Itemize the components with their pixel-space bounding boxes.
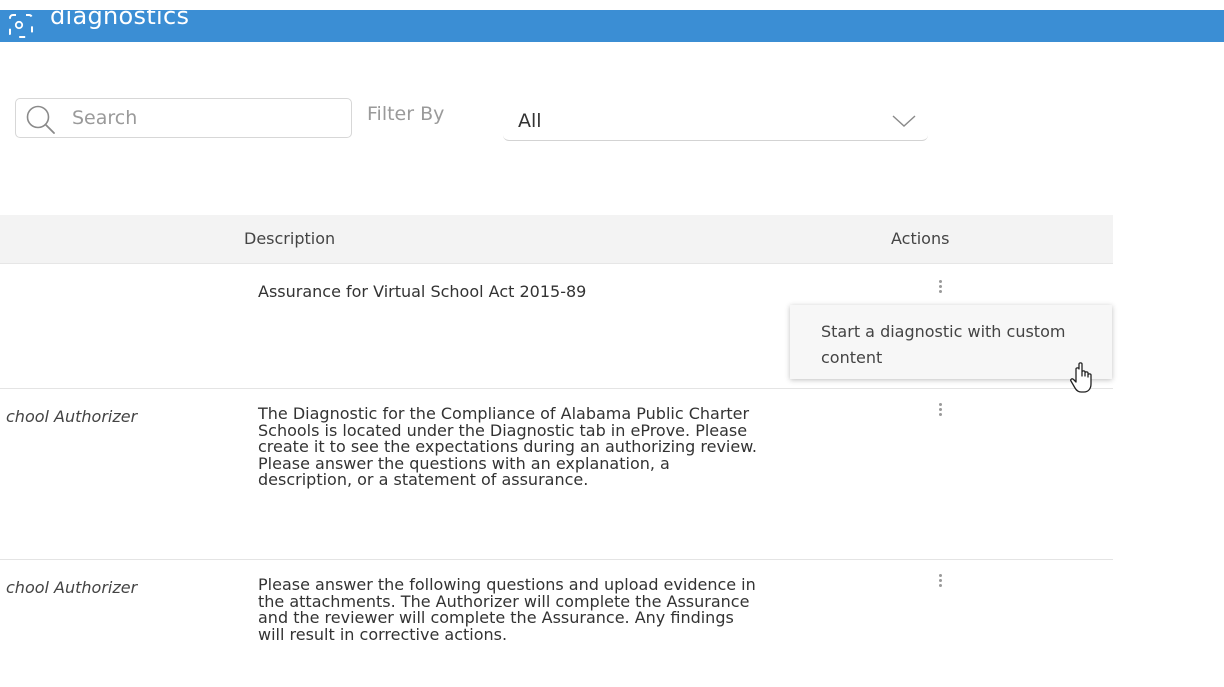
menu-item-start-diagnostic-custom[interactable]: Start a diagnostic with custom content: [821, 319, 1081, 371]
search-box[interactable]: [15, 98, 352, 138]
diagnostics-page: diagnostics Filter By All Description Ac…: [0, 0, 1224, 687]
diagnostics-icon: [9, 14, 33, 38]
row-description: Assurance for Virtual School Act 2015-89: [258, 282, 587, 301]
row-description: Please answer the following questions an…: [258, 575, 756, 644]
page-header: diagnostics: [0, 2, 1224, 42]
filter-selected-value: All: [518, 110, 542, 132]
more-actions-icon[interactable]: [934, 403, 946, 423]
page-title: diagnostics: [50, 2, 190, 30]
table-row: chool Authorizer The Diagnostic for the …: [0, 389, 1113, 560]
search-input[interactable]: [72, 105, 342, 131]
filter-by-label: Filter By: [367, 103, 445, 125]
column-header-actions: Actions: [891, 229, 950, 248]
actions-dropdown-menu: Start a diagnostic with custom content: [790, 305, 1112, 379]
table-row: chool Authorizer Please answer the follo…: [0, 560, 1113, 687]
filter-select[interactable]: All: [503, 104, 928, 141]
table-header: Description Actions: [0, 215, 1113, 264]
chevron-down-icon: [892, 115, 916, 127]
more-actions-icon[interactable]: [934, 280, 946, 300]
search-icon: [26, 105, 55, 134]
row-description: The Diagnostic for the Compliance of Ala…: [258, 404, 757, 489]
row-name: chool Authorizer: [6, 578, 138, 597]
more-actions-icon[interactable]: [934, 574, 946, 594]
hand-pointer-icon: [1070, 362, 1092, 393]
row-name: chool Authorizer: [6, 407, 138, 426]
column-header-description: Description: [244, 229, 336, 248]
